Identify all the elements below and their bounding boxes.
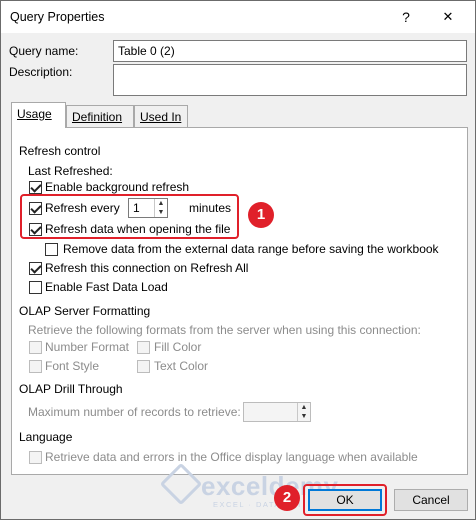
highlight-box-ok — [303, 484, 387, 516]
olap-formatting-heading: OLAP Server Formatting — [19, 304, 151, 318]
spin-up-icon[interactable]: ▲ — [298, 403, 310, 412]
refresh-on-refresh-all-label: Refresh this connection on Refresh All — [45, 261, 249, 275]
tab-used-in[interactable]: Used In — [134, 105, 188, 128]
cancel-button[interactable]: Cancel — [394, 489, 468, 511]
number-format-checkbox[interactable] — [29, 341, 42, 354]
last-refreshed-label: Last Refreshed: — [28, 164, 113, 178]
number-format-label: Number Format — [45, 340, 130, 354]
annotation-badge-2: 2 — [274, 485, 300, 511]
enable-fast-load-checkbox[interactable] — [29, 281, 42, 294]
tab-usage-label: Usage — [17, 107, 52, 121]
enable-background-refresh-label: Enable background refresh — [45, 180, 190, 194]
annotation-badge-1: 1 — [248, 202, 274, 228]
olap-formatting-description: Retrieve the following formats from the … — [28, 323, 421, 337]
retrieve-language-label: Retrieve data and errors in the Office d… — [45, 450, 418, 464]
language-heading: Language — [19, 430, 73, 444]
retrieve-language-checkbox[interactable] — [29, 451, 42, 464]
fill-color-label: Fill Color — [154, 340, 202, 354]
remove-data-label: Remove data from the external data range… — [63, 242, 439, 256]
refresh-control-heading: Refresh control — [19, 144, 101, 158]
title-bar[interactable]: Query Properties ? ✕ — [1, 1, 475, 33]
help-icon[interactable]: ? — [391, 5, 421, 29]
remove-data-checkbox[interactable] — [45, 243, 58, 256]
window-title: Query Properties — [10, 10, 105, 24]
refresh-on-refresh-all-checkbox[interactable] — [29, 262, 42, 275]
text-color-label: Text Color — [154, 359, 209, 373]
font-style-checkbox[interactable] — [29, 360, 42, 373]
tab-usage[interactable]: Usage — [11, 102, 66, 128]
description-label: Description: — [9, 65, 73, 79]
tab-definition[interactable]: Definition — [66, 105, 134, 128]
enable-background-refresh-checkbox[interactable] — [29, 181, 42, 194]
tab-definition-label: Definition — [72, 110, 123, 124]
max-records-spinner[interactable]: ▲ ▼ — [243, 402, 311, 422]
fill-color-checkbox[interactable] — [137, 341, 150, 354]
text-color-checkbox[interactable] — [137, 360, 150, 373]
max-records-label: Maximum number of records to retrieve: — [28, 405, 241, 419]
olap-drill-heading: OLAP Drill Through — [19, 382, 123, 396]
font-style-label: Font Style — [45, 359, 100, 373]
close-icon[interactable]: ✕ — [433, 5, 463, 29]
query-name-label: Query name: — [9, 44, 79, 58]
tab-used-in-label: Used In — [140, 110, 182, 124]
spin-down-icon[interactable]: ▼ — [298, 412, 310, 421]
highlight-box-refresh — [20, 194, 239, 239]
query-name-input[interactable]: Table 0 (2) — [113, 40, 467, 62]
enable-fast-load-label: Enable Fast Data Load — [45, 280, 168, 294]
query-properties-dialog: Query Properties ? ✕ Query name: Table 0… — [0, 0, 476, 520]
description-input[interactable] — [113, 64, 467, 96]
